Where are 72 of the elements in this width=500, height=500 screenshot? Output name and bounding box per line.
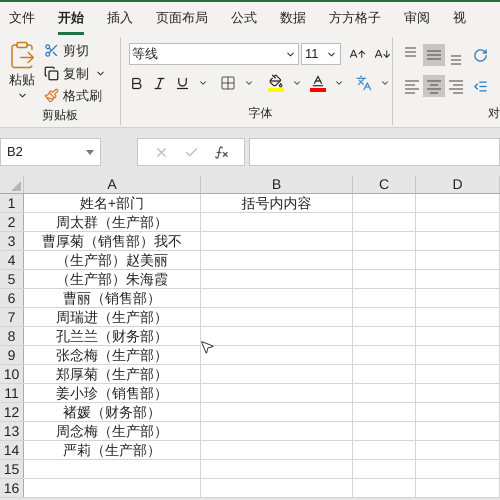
table-cell: 张念梅（生产部） xyxy=(56,347,168,363)
row-header[interactable]: 11 xyxy=(0,384,24,402)
row-header[interactable]: 16 xyxy=(0,479,24,497)
fill-color-icon[interactable] xyxy=(268,74,284,92)
cut-button[interactable]: 剪切 xyxy=(44,41,106,60)
group-label: 对 xyxy=(488,105,500,122)
phonetic-icon[interactable] xyxy=(356,75,372,91)
row-header[interactable]: 12 xyxy=(0,403,24,421)
bold-icon[interactable] xyxy=(129,76,144,90)
copy-button[interactable]: 复制 xyxy=(44,64,89,83)
table-cell: 姜小珍（销售部） xyxy=(56,385,168,401)
ribbon-tab[interactable]: 审阅 xyxy=(404,5,430,35)
ribbon-tab[interactable]: 公式 xyxy=(231,5,257,35)
triangle-icon xyxy=(11,181,21,191)
formula-input[interactable] xyxy=(249,138,500,166)
row-header[interactable]: 6 xyxy=(0,289,24,307)
align-middle-icon[interactable] xyxy=(423,44,445,66)
indent-icon[interactable] xyxy=(473,78,488,94)
italic-icon[interactable] xyxy=(152,76,167,90)
table-cell: （生产部）朱海霞 xyxy=(56,271,168,287)
column-header[interactable]: C xyxy=(353,176,416,193)
table-cell: 孔兰兰（财务部） xyxy=(56,328,168,344)
row-header[interactable]: 4 xyxy=(0,251,24,269)
row-header[interactable]: 10 xyxy=(0,365,24,383)
row-header[interactable]: 3 xyxy=(0,232,24,250)
paintbrush-icon xyxy=(44,88,59,104)
ribbon-tab[interactable]: 页面布局 xyxy=(156,5,208,35)
ribbon-tab[interactable]: 插入 xyxy=(107,5,133,35)
scissors-icon xyxy=(44,43,59,58)
group-label: 字体 xyxy=(248,105,272,122)
ribbon-tab[interactable]: 数据 xyxy=(280,5,306,35)
row-header[interactable]: 1 xyxy=(0,194,24,212)
underline-icon[interactable] xyxy=(175,76,190,90)
pointer-icon xyxy=(199,339,215,355)
table-cell: 严莉（生产部） xyxy=(63,442,161,458)
font-size-field[interactable]: 11 xyxy=(301,43,341,65)
row-header[interactable]: 13 xyxy=(0,422,24,440)
column-header[interactable]: B xyxy=(201,176,353,193)
caret-icon xyxy=(86,150,94,154)
row-header[interactable]: 15 xyxy=(0,460,24,478)
row-header[interactable]: 9 xyxy=(0,346,24,364)
align-center-icon[interactable] xyxy=(423,75,445,97)
ribbon-tab[interactable]: 方方格子 xyxy=(329,5,381,35)
table-cell: （生产部）赵美丽 xyxy=(56,252,168,268)
row-header[interactable]: 7 xyxy=(0,308,24,326)
table-cell: 褚媛（财务部） xyxy=(63,404,161,420)
orientation-icon[interactable] xyxy=(473,48,488,62)
ribbon-tab[interactable]: 文件 xyxy=(9,5,35,35)
function-icon[interactable] xyxy=(214,144,228,160)
table-cell: 周念梅（生产部） xyxy=(56,423,168,439)
row-header[interactable]: 2 xyxy=(0,213,24,231)
paste-button[interactable]: 粘贴 xyxy=(9,70,35,90)
table-cell: 郑厚菊（生产部） xyxy=(56,366,168,382)
row-header[interactable]: 5 xyxy=(0,270,24,288)
row-header[interactable]: 8 xyxy=(0,327,24,345)
column-header[interactable]: A xyxy=(24,176,201,193)
font-color-icon[interactable] xyxy=(310,74,326,92)
table-cell: 周瑞进（生产部） xyxy=(56,309,168,325)
group-label: 剪贴板 xyxy=(42,106,78,124)
ribbon-tab[interactable]: 视 xyxy=(453,5,466,35)
name-box[interactable]: B2 xyxy=(0,138,101,166)
table-cell: 括号内内容 xyxy=(242,195,312,211)
copy-icon xyxy=(44,66,59,81)
font-name-field[interactable]: 等线 xyxy=(129,43,299,65)
format-painter-button[interactable]: 格式刷 xyxy=(44,86,106,106)
table-cell: 姓名+部门 xyxy=(80,195,144,211)
row-header[interactable]: 14 xyxy=(0,441,24,459)
table-cell: 周太群（生产部） xyxy=(56,214,168,230)
table-cell: 曹丽（销售部） xyxy=(63,290,161,306)
column-header[interactable]: D xyxy=(416,176,500,193)
border-icon[interactable] xyxy=(220,75,236,91)
table-cell: 曹厚菊（销售部）我不 xyxy=(42,233,182,249)
